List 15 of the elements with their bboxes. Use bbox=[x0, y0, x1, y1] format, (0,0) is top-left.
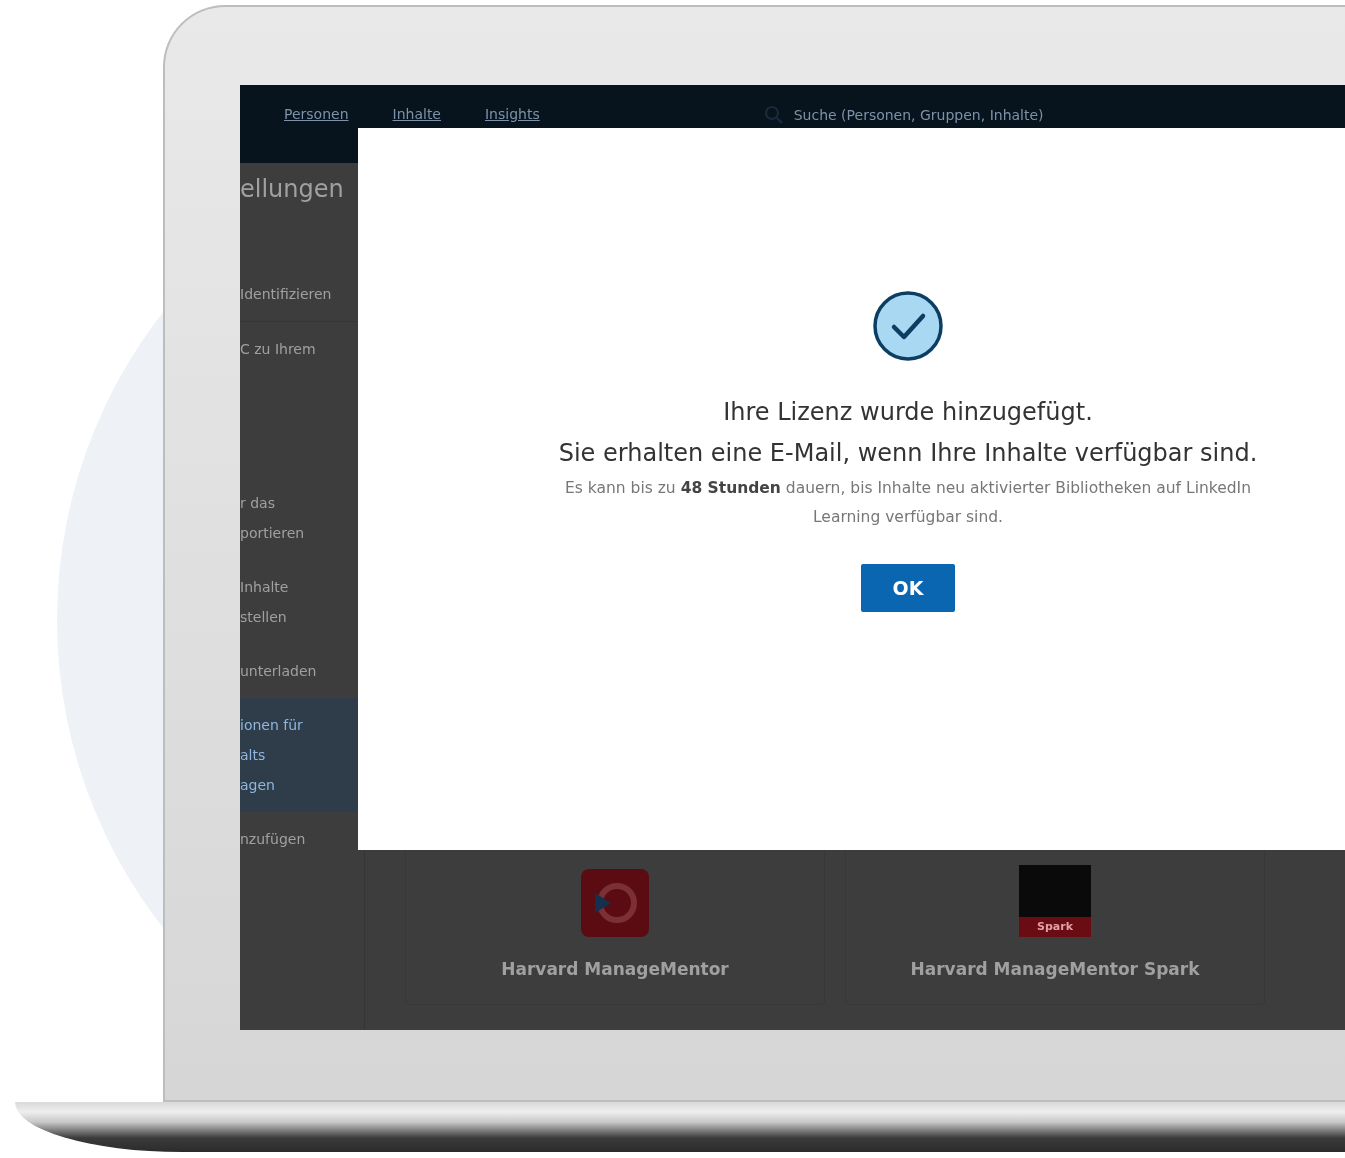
search-field[interactable]: Suche (Personen, Gruppen, Inhalte) bbox=[793, 106, 1134, 124]
card-title: Harvard ManageMentor Spark bbox=[910, 957, 1200, 981]
dialog-title: Ihre Lizenz wurde hinzugefügt. bbox=[723, 397, 1093, 428]
logo-text: Spark bbox=[1019, 916, 1091, 937]
nav-link-item[interactable]: Insights bbox=[485, 105, 540, 123]
ok-button[interactable]: OK bbox=[861, 564, 955, 612]
dialog-note: Es kann bis zu 48 Stunden dauern, bis Inhalte neu aktivierter Bibliotheken auf LinkedIn Learning verfügbar sind. bbox=[564, 478, 1252, 528]
nav-link-item[interactable]: Personen bbox=[284, 105, 349, 123]
card-title: Harvard ManageMentor bbox=[501, 957, 729, 981]
check-circle-icon bbox=[872, 290, 944, 362]
nav-link-item[interactable]: Inhalte bbox=[392, 105, 441, 123]
dialog-message: Sie erhalten eine E-Mail, wenn Ihre Inhalte verfügbar sind. bbox=[558, 438, 1258, 469]
logo-icon bbox=[581, 868, 649, 937]
search-icon bbox=[763, 105, 784, 125]
page-title: ellungen bbox=[240, 174, 345, 205]
